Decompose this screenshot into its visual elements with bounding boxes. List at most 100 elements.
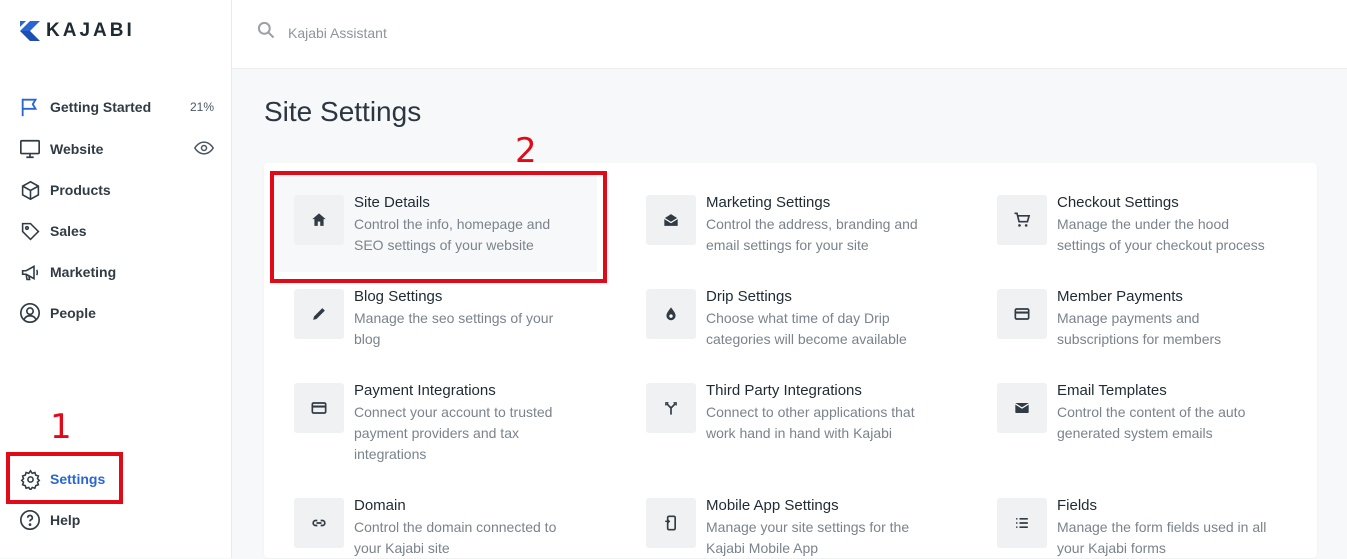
- settings-item-title: Third Party Integrations: [706, 382, 862, 399]
- brand-name: KAJABI: [46, 20, 135, 41]
- settings-item-text: Checkout Settings Manage the under the ho…: [1057, 192, 1265, 256]
- settings-item-description: payment providers and tax: [354, 425, 519, 441]
- settings-item-description: email settings for your site: [706, 237, 869, 253]
- sidebar-item-help[interactable]: Help: [18, 506, 214, 534]
- settings-item-title: Domain: [354, 497, 406, 514]
- sidebar-item-label: Sales: [50, 223, 87, 239]
- sidebar-item-marketing[interactable]: Marketing: [18, 258, 214, 286]
- cart-icon: [997, 195, 1047, 245]
- search-input[interactable]: [286, 23, 590, 42]
- link-icon: [294, 498, 344, 548]
- settings-item-title: Site Details: [354, 194, 430, 211]
- sidebar-item-label: Products: [50, 182, 111, 198]
- settings-item-title: Payment Integrations: [354, 382, 496, 399]
- sidebar-item-label: Getting Started: [50, 99, 152, 115]
- settings-item-text: Blog Settings Manage the seo settings of …: [354, 286, 553, 350]
- settings-item-fields[interactable]: Fields Manage the form fields used in all…: [997, 495, 1297, 559]
- sidebar-item-settings[interactable]: Settings: [18, 465, 214, 493]
- settings-item-description: Manage the under the hood: [1057, 216, 1230, 232]
- settings-item-description: subscriptions for members: [1057, 331, 1222, 347]
- settings-item-text: Third Party Integrations Connect to other…: [706, 380, 915, 444]
- settings-item-description: categories will become available: [706, 331, 907, 347]
- settings-item-description: Control the domain connected to: [354, 519, 557, 535]
- settings-item-description: Control the info, homepage and: [354, 216, 551, 232]
- sidebar-item-people[interactable]: People: [18, 299, 214, 327]
- help-circle-icon: [18, 508, 42, 532]
- kajabi-logo-icon: [20, 21, 40, 41]
- credit-card-icon: [997, 289, 1047, 339]
- settings-item-description: Kajabi Mobile App: [706, 540, 819, 556]
- settings-item-description: Connect your account to trusted: [354, 404, 553, 420]
- top-bar: [232, 0, 1347, 69]
- settings-item-payment-integrations[interactable]: Payment Integrations Connect your account…: [294, 380, 594, 465]
- progress-percent: 21%: [189, 100, 214, 114]
- settings-item-title: Checkout Settings: [1057, 194, 1179, 211]
- annotation-number-1: 1: [50, 407, 72, 447]
- settings-item-title: Fields: [1057, 497, 1098, 514]
- settings-item-title: Member Payments: [1057, 288, 1183, 305]
- settings-item-description: Choose what time of day Drip: [706, 310, 890, 326]
- sidebar-item-label: Settings: [50, 471, 106, 487]
- tag-icon: [18, 219, 42, 243]
- settings-item-text: Drip Settings Choose what time of day Dri…: [706, 286, 907, 350]
- sidebar-item-website[interactable]: Website: [18, 135, 215, 163]
- sidebar-item-products[interactable]: Products: [18, 176, 214, 204]
- sidebar-item-getting-started[interactable]: Getting Started 21%: [18, 93, 214, 121]
- settings-item-description: Manage your site settings for the: [706, 519, 910, 535]
- settings-item-title: Mobile App Settings: [706, 497, 839, 514]
- drop-icon: [646, 289, 696, 339]
- credit-card-icon: [294, 383, 344, 433]
- settings-item-mobile-app-settings[interactable]: Mobile App Settings Manage your site sett…: [646, 495, 946, 559]
- list-icon: [997, 498, 1047, 548]
- settings-item-domain[interactable]: Domain Control the domain connected to you…: [294, 495, 594, 559]
- settings-item-description: work hand in hand with Kajabi: [706, 425, 893, 441]
- cube-icon: [18, 178, 42, 202]
- sidebar: KAJABI Getting Started 21% Website Produ…: [0, 0, 232, 558]
- flag-icon: [18, 95, 42, 119]
- envelope-icon: [997, 383, 1047, 433]
- page-title: Site Settings: [264, 96, 422, 127]
- annotation-number-2: 2: [515, 131, 537, 171]
- sidebar-item-label: Help: [50, 512, 81, 528]
- eye-icon[interactable]: [193, 138, 215, 161]
- settings-item-text: Site Details Control the info, homepage a…: [354, 192, 550, 272]
- settings-item-email-templates[interactable]: Email Templates Control the content of th…: [997, 380, 1297, 444]
- sidebar-item-sales[interactable]: Sales: [18, 217, 214, 245]
- settings-item-description: your Kajabi forms: [1057, 540, 1166, 556]
- pencil-icon: [294, 289, 344, 339]
- settings-item-drip-settings[interactable]: Drip Settings Choose what time of day Dri…: [646, 286, 946, 350]
- settings-item-third-party-integrations[interactable]: Third Party Integrations Connect to other…: [646, 380, 946, 444]
- search-bar[interactable]: [256, 20, 590, 45]
- home-icon: [294, 195, 344, 245]
- settings-item-description: Manage the seo settings of your: [354, 310, 554, 326]
- settings-item-description: Connect to other applications that: [706, 404, 915, 420]
- search-icon: [256, 20, 276, 45]
- settings-item-title: Drip Settings: [706, 288, 792, 305]
- settings-item-description: settings of your checkout process: [1057, 237, 1265, 253]
- kajabi-logo[interactable]: KAJABI: [20, 20, 135, 42]
- settings-item-text: Domain Control the domain connected to you…: [354, 495, 556, 559]
- megaphone-icon: [18, 260, 42, 284]
- user-circle-icon: [18, 301, 42, 325]
- settings-item-description: Manage the form fields used in all: [1057, 519, 1267, 535]
- settings-item-member-payments[interactable]: Member Payments Manage payments and subscr…: [997, 286, 1297, 350]
- settings-item-text: Mobile App Settings Manage your site sett…: [706, 495, 909, 559]
- settings-item-text: Payment Integrations Connect your account…: [354, 380, 552, 465]
- settings-item-description: Control the address, branding and: [706, 216, 918, 232]
- settings-item-title: Email Templates: [1057, 382, 1167, 399]
- settings-item-description: your Kajabi site: [354, 540, 450, 556]
- settings-item-checkout-settings[interactable]: Checkout Settings Manage the under the ho…: [997, 192, 1297, 256]
- merge-icon: [646, 383, 696, 433]
- gear-icon: [18, 467, 42, 491]
- settings-item-text: Email Templates Control the content of th…: [1057, 380, 1245, 444]
- settings-item-text: Marketing Settings Control the address, b…: [706, 192, 918, 256]
- settings-item-text: Fields Manage the form fields used in all…: [1057, 495, 1266, 559]
- settings-item-description: Control the content of the auto: [1057, 404, 1246, 420]
- settings-item-description: generated system emails: [1057, 425, 1213, 441]
- sidebar-item-label: People: [50, 305, 96, 321]
- settings-card: Site Details Control the info, homepage a…: [264, 163, 1317, 558]
- settings-item-text: Member Payments Manage payments and subscr…: [1057, 286, 1221, 350]
- settings-item-site-details[interactable]: Site Details Control the info, homepage a…: [272, 174, 597, 272]
- settings-item-blog-settings[interactable]: Blog Settings Manage the seo settings of …: [294, 286, 594, 350]
- settings-item-marketing-settings[interactable]: Marketing Settings Control the address, b…: [646, 192, 946, 256]
